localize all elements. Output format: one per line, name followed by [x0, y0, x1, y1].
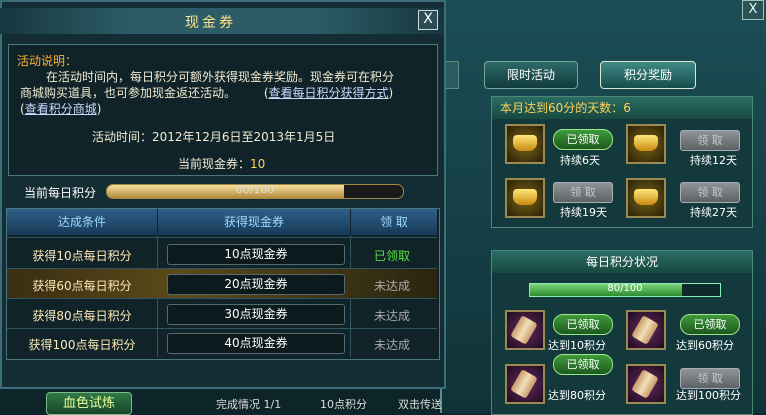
- reward-label: 持续12天: [690, 154, 737, 167]
- scroll-icon: [631, 315, 659, 345]
- current-voucher-label: 当前现金券：: [178, 157, 251, 171]
- status-cell: 未达成: [373, 338, 410, 352]
- daily-progress-bar: 80/100: [529, 283, 721, 297]
- reward-label: 达到80积分: [548, 389, 606, 402]
- voucher-cell: 30点现金券: [167, 304, 345, 325]
- condition-cell: 获得10点每日积分: [32, 249, 132, 263]
- description-text: 在活动时间内，每日积分可额外获得现金券奖励。现金券可在积分: [46, 70, 395, 84]
- days-panel-title: 本月达到60分的天数：6: [492, 97, 752, 119]
- status-cell: 未达成: [373, 279, 410, 293]
- scroll-reward-slot[interactable]: [505, 364, 545, 404]
- daily-panel-title: 每日积分状况: [492, 251, 752, 273]
- close-icon[interactable]: X: [742, 0, 764, 20]
- quest-points: 10点积分: [320, 398, 367, 411]
- window-title: 现金券: [185, 15, 236, 31]
- reward-label: 持续27天: [690, 206, 737, 219]
- status-cell: 未达成: [373, 309, 410, 323]
- header-claim: 领 取: [351, 209, 437, 235]
- tab-points-reward[interactable]: 积分奖励: [600, 61, 696, 89]
- claim-button[interactable]: 领 取: [680, 130, 740, 151]
- daily-progress-text: 80/100: [607, 283, 643, 294]
- description-title: 活动说明：: [17, 54, 78, 68]
- tab-limited-event[interactable]: 限时活动: [484, 61, 578, 89]
- scroll-reward-slot[interactable]: [505, 310, 545, 350]
- gold-ingot-icon: [634, 189, 658, 205]
- event-time: 活动时间：2012年12月6日至2013年1月5日: [92, 128, 335, 145]
- points-method-link[interactable]: 查看每日积分获得方式: [269, 86, 389, 100]
- teleport-link[interactable]: 双击传送: [398, 396, 442, 412]
- event-time-label: 活动时间：: [92, 130, 153, 144]
- scroll-icon: [631, 369, 659, 399]
- claim-button[interactable]: 领 取: [680, 182, 740, 203]
- header-voucher: 获得现金券: [158, 209, 350, 235]
- header-condition: 达成条件: [7, 209, 157, 235]
- points-mall-link[interactable]: 查看积分商城: [25, 102, 97, 116]
- reward-label: 持续19天: [560, 206, 607, 219]
- reward-label: 达到100积分: [676, 389, 741, 402]
- scroll-reward-slot[interactable]: [626, 364, 666, 404]
- gold-reward-slot[interactable]: [626, 124, 666, 164]
- scroll-reward-slot[interactable]: [626, 310, 666, 350]
- claimed-button[interactable]: 已领取: [553, 129, 613, 150]
- gold-ingot-icon: [513, 135, 537, 151]
- description-text-part: 商城购买道具，也可参加现金返还活动。: [20, 86, 237, 100]
- gold-reward-slot[interactable]: [505, 124, 545, 164]
- condition-cell: 获得80点每日积分: [32, 309, 132, 323]
- status-cell: 已领取: [373, 249, 410, 263]
- gold-reward-slot[interactable]: [505, 178, 545, 218]
- event-time-value: 2012年12月6日至2013年1月5日: [152, 130, 336, 144]
- description-text: 商城购买道具，也可参加现金返还活动。 (查看每日积分获得方式): [20, 86, 394, 100]
- gold-ingot-icon: [634, 135, 658, 151]
- reward-label: 持续6天: [560, 154, 600, 167]
- claimed-button[interactable]: 已领取: [553, 314, 613, 335]
- claim-button[interactable]: 领 取: [553, 182, 613, 203]
- gold-ingot-icon: [513, 189, 537, 205]
- score-progress-text: 80/100: [235, 183, 275, 196]
- voucher-cell: 10点现金券: [167, 244, 345, 265]
- claimed-button[interactable]: 已领取: [680, 314, 740, 335]
- close-button[interactable]: X: [418, 10, 438, 30]
- current-voucher-value: 10: [250, 157, 266, 171]
- condition-cell: 获得100点每日积分: [28, 338, 136, 352]
- quest-button[interactable]: 血色试炼: [46, 392, 132, 415]
- quest-progress: 完成情况 1/1: [216, 398, 282, 411]
- condition-cell: 获得60点每日积分: [32, 279, 132, 293]
- score-label: 当前每日积分: [24, 186, 97, 200]
- gold-reward-slot[interactable]: [626, 178, 666, 218]
- reward-label: 达到10积分: [548, 339, 606, 352]
- voucher-cell: 40点现金券: [167, 333, 345, 354]
- description-text: (查看积分商城): [20, 102, 102, 116]
- claimed-button[interactable]: 已领取: [553, 354, 613, 375]
- reward-label: 达到60积分: [676, 339, 734, 352]
- scroll-icon: [510, 369, 538, 399]
- current-voucher: 当前现金券：10: [178, 155, 265, 172]
- scroll-icon: [510, 315, 538, 345]
- voucher-cell: 20点现金券: [167, 274, 345, 295]
- claim-button[interactable]: 领 取: [680, 368, 740, 389]
